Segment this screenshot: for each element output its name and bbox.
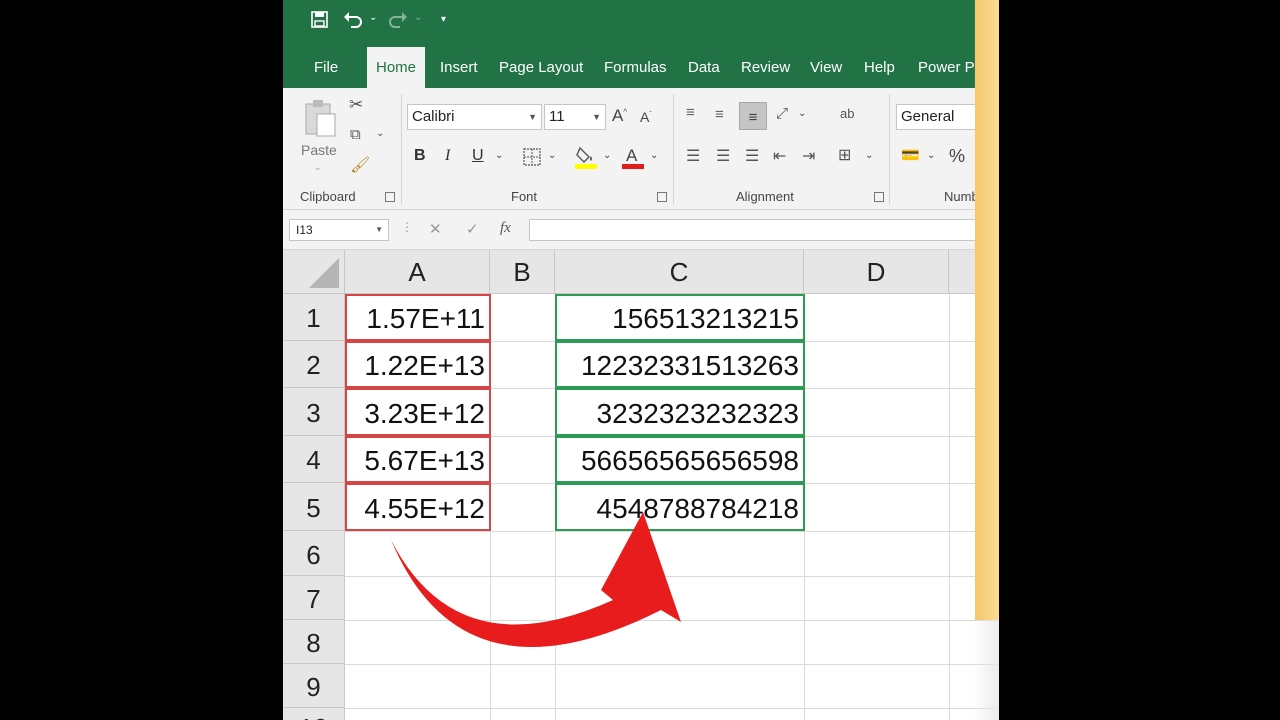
align-right-icon[interactable]: ☰ <box>745 146 759 166</box>
customize-qat-icon[interactable]: ▾ <box>441 14 446 25</box>
tab-data[interactable]: Data <box>688 44 720 88</box>
separator <box>889 94 890 204</box>
merge-center-dropdown-icon[interactable]: ⌄ <box>865 150 873 161</box>
separator <box>673 94 674 204</box>
decrease-indent-icon[interactable]: ⇤ <box>773 146 786 166</box>
tab-view[interactable]: View <box>810 44 842 88</box>
accounting-format-icon[interactable]: 💳 <box>901 146 920 164</box>
redo-dropdown-icon[interactable]: ⌄ <box>414 12 422 23</box>
font-size-value: 11 <box>549 108 565 125</box>
bold-button[interactable]: B <box>414 147 426 165</box>
font-size-combo[interactable]: 11 ▼ <box>544 104 606 130</box>
font-name-combo[interactable]: Calibri ▼ <box>407 104 542 130</box>
redo-icon[interactable] <box>388 10 408 28</box>
percent-style-button[interactable]: % <box>949 146 965 167</box>
tab-insert[interactable]: Insert <box>440 44 478 88</box>
ribbon: Paste ⌄ ✂ ⧉ ⌄ 🖌 Clipboard Calibri ▼ 11 ▼… <box>283 88 999 210</box>
arrow-icon <box>391 512 681 648</box>
top-align-icon[interactable]: ≡ <box>686 104 695 121</box>
paste-label[interactable]: Paste <box>301 142 337 158</box>
formula-input[interactable] <box>529 219 999 241</box>
align-center-icon[interactable]: ☰ <box>716 146 730 166</box>
underline-dropdown-icon[interactable]: ⌄ <box>495 150 503 161</box>
undo-icon[interactable] <box>343 10 363 28</box>
cut-icon[interactable]: ✂ <box>349 95 363 115</box>
paste-icon[interactable] <box>303 98 339 138</box>
tab-formulas[interactable]: Formulas <box>604 44 667 88</box>
alignment-group-label: Alignment <box>736 189 794 204</box>
worksheet-grid: A B C D 1 2 3 4 5 6 7 8 9 10 1.57E+11 1.… <box>283 250 999 720</box>
borders-icon[interactable] <box>523 148 541 166</box>
increase-indent-icon[interactable]: ⇥ <box>802 146 815 166</box>
formula-bar: I13 ▼ ⋮ ✕ ✓ fx <box>283 210 999 250</box>
undo-dropdown-icon[interactable]: ⌄ <box>369 12 377 23</box>
ribbon-tabs: File Home Insert Page Layout Formulas Da… <box>283 44 999 88</box>
tab-page-layout[interactable]: Page Layout <box>499 44 583 88</box>
paste-dropdown-icon[interactable]: ⌄ <box>314 162 322 173</box>
tab-review[interactable]: Review <box>741 44 790 88</box>
save-icon[interactable] <box>311 11 328 28</box>
tab-power-pivot[interactable]: Power Pi <box>918 44 978 88</box>
wrap-text-icon[interactable]: ab <box>840 106 854 121</box>
fill-color-icon[interactable] <box>575 144 597 170</box>
font-name-dropdown-icon[interactable]: ▼ <box>528 105 537 129</box>
orientation-dropdown-icon[interactable]: ⌄ <box>798 108 806 119</box>
middle-align-icon[interactable]: ≡ <box>715 106 724 123</box>
merge-center-icon[interactable]: ⊞ <box>838 145 851 165</box>
enter-icon[interactable]: ✓ <box>466 220 479 238</box>
fill-color-dropdown-icon[interactable]: ⌄ <box>603 150 611 161</box>
copy-dropdown-icon[interactable]: ⌄ <box>376 128 384 139</box>
font-color-dropdown-icon[interactable]: ⌄ <box>650 150 658 161</box>
italic-button[interactable]: I <box>445 147 450 165</box>
tab-home[interactable]: Home <box>367 47 426 88</box>
name-box-dropdown-icon[interactable]: ▼ <box>375 220 383 240</box>
tab-file[interactable]: File <box>314 44 338 88</box>
bottom-align-icon[interactable]: ≡ <box>739 102 767 130</box>
align-left-icon[interactable]: ☰ <box>686 146 700 166</box>
copy-icon[interactable]: ⧉ <box>350 126 361 143</box>
font-launcher-icon[interactable] <box>657 192 667 202</box>
underline-button[interactable]: U <box>472 147 484 165</box>
orientation-icon[interactable]: ⤢ <box>776 105 788 122</box>
name-box-value: I13 <box>296 223 313 237</box>
more-options-icon: ⋮ <box>401 220 413 234</box>
increase-font-size-icon[interactable]: A^ <box>612 106 627 126</box>
insert-function-icon[interactable]: fx <box>500 220 511 237</box>
borders-dropdown-icon[interactable]: ⌄ <box>548 150 556 161</box>
separator <box>401 94 402 204</box>
cancel-icon[interactable]: ✕ <box>429 220 442 238</box>
format-painter-icon[interactable]: 🖌 <box>350 155 370 175</box>
svg-text:A: A <box>626 146 638 165</box>
title-bar: ⌄ ⌄ ▾ <box>283 0 999 44</box>
font-name-value: Calibri <box>412 108 455 125</box>
font-size-dropdown-icon[interactable]: ▼ <box>592 105 601 129</box>
accounting-dropdown-icon[interactable]: ⌄ <box>927 150 935 161</box>
excel-window: ⌄ ⌄ ▾ File Home Insert Page Layout Formu… <box>283 0 999 720</box>
tab-help[interactable]: Help <box>864 44 895 88</box>
clipboard-group-label: Clipboard <box>300 189 356 204</box>
alignment-launcher-icon[interactable] <box>874 192 884 202</box>
decorative-folder-edge <box>975 0 999 620</box>
font-group-label: Font <box>511 189 538 204</box>
font-color-icon[interactable]: A <box>622 144 644 170</box>
name-box[interactable]: I13 ▼ <box>289 219 389 241</box>
number-format-value: General <box>901 108 955 125</box>
clipboard-launcher-icon[interactable] <box>385 192 395 202</box>
decrease-font-size-icon[interactable]: Aˇ <box>640 109 652 125</box>
